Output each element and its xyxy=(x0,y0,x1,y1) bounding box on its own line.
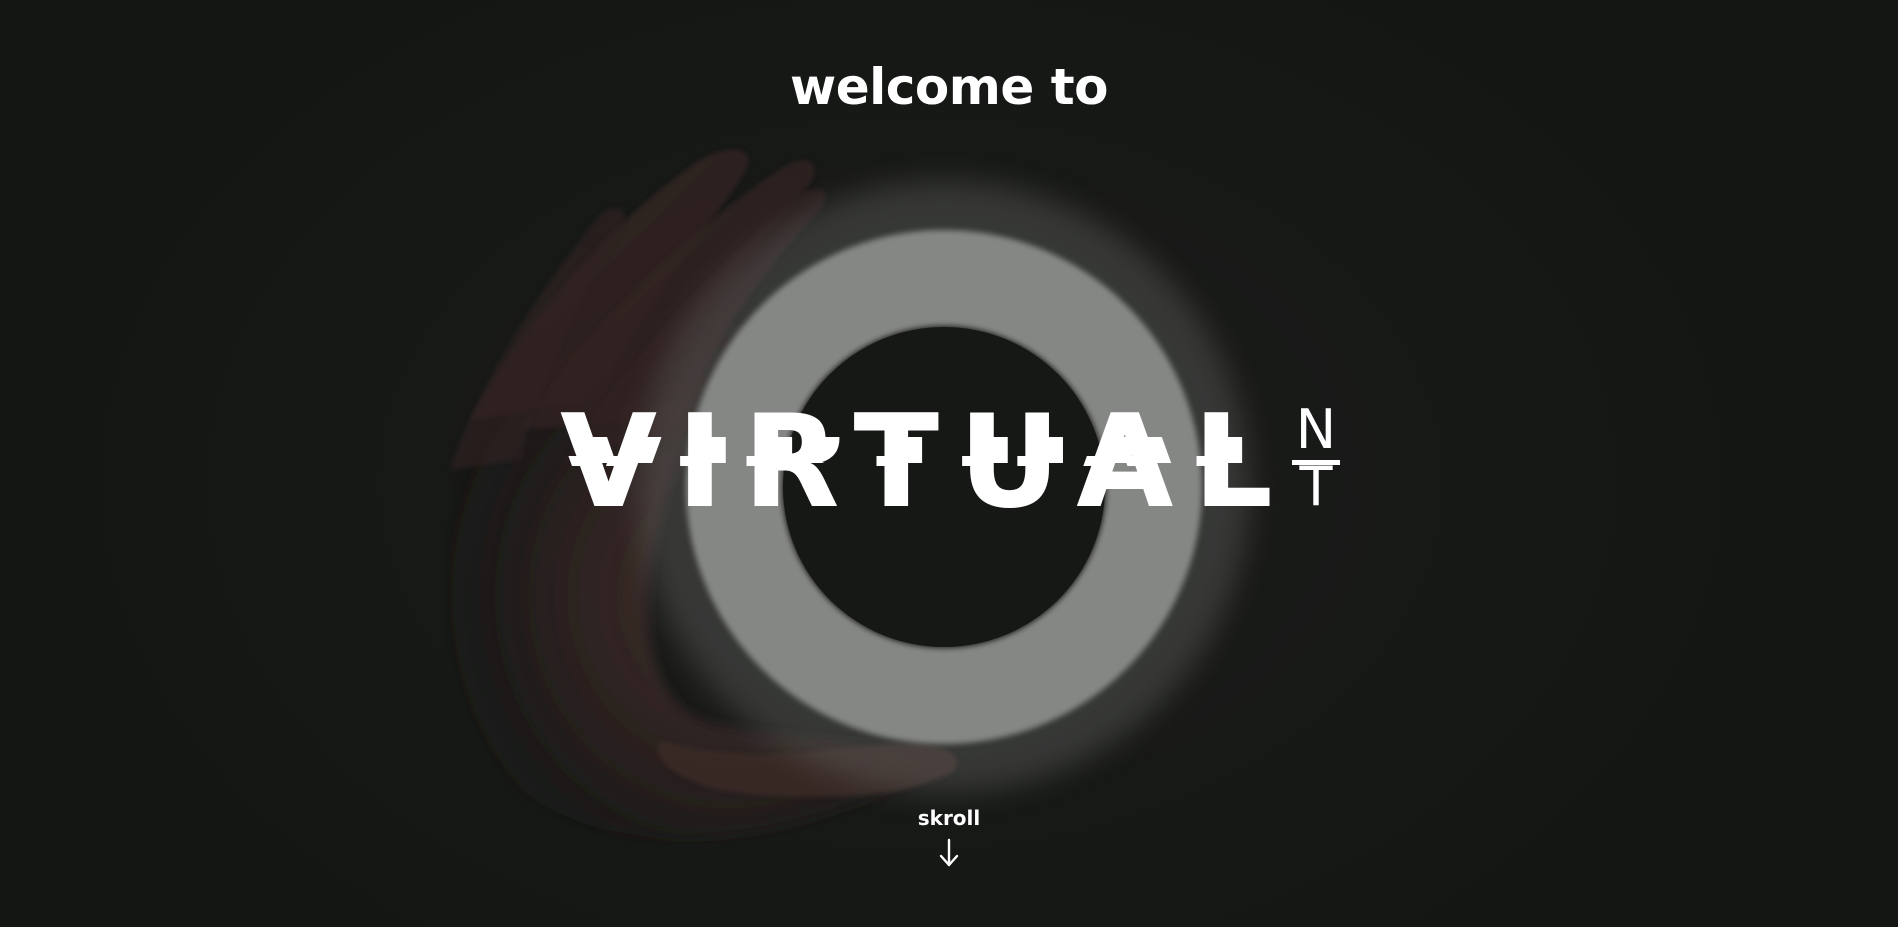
arrow-down-icon xyxy=(939,838,959,867)
hero-section: welcome to VIRTUAL VIRTUAL VIRTUAL N T s… xyxy=(0,0,1898,927)
scroll-label: skroll xyxy=(917,806,981,830)
welcome-heading: welcome to xyxy=(790,58,1108,116)
scroll-down-link[interactable]: skroll xyxy=(0,806,1898,868)
logo-suffix-bottom: T xyxy=(1299,455,1333,518)
logo-suffix-top: N xyxy=(1295,398,1337,461)
logo-suffix: N T xyxy=(1290,402,1342,515)
logo-word: VIRTUAL xyxy=(560,388,1293,537)
